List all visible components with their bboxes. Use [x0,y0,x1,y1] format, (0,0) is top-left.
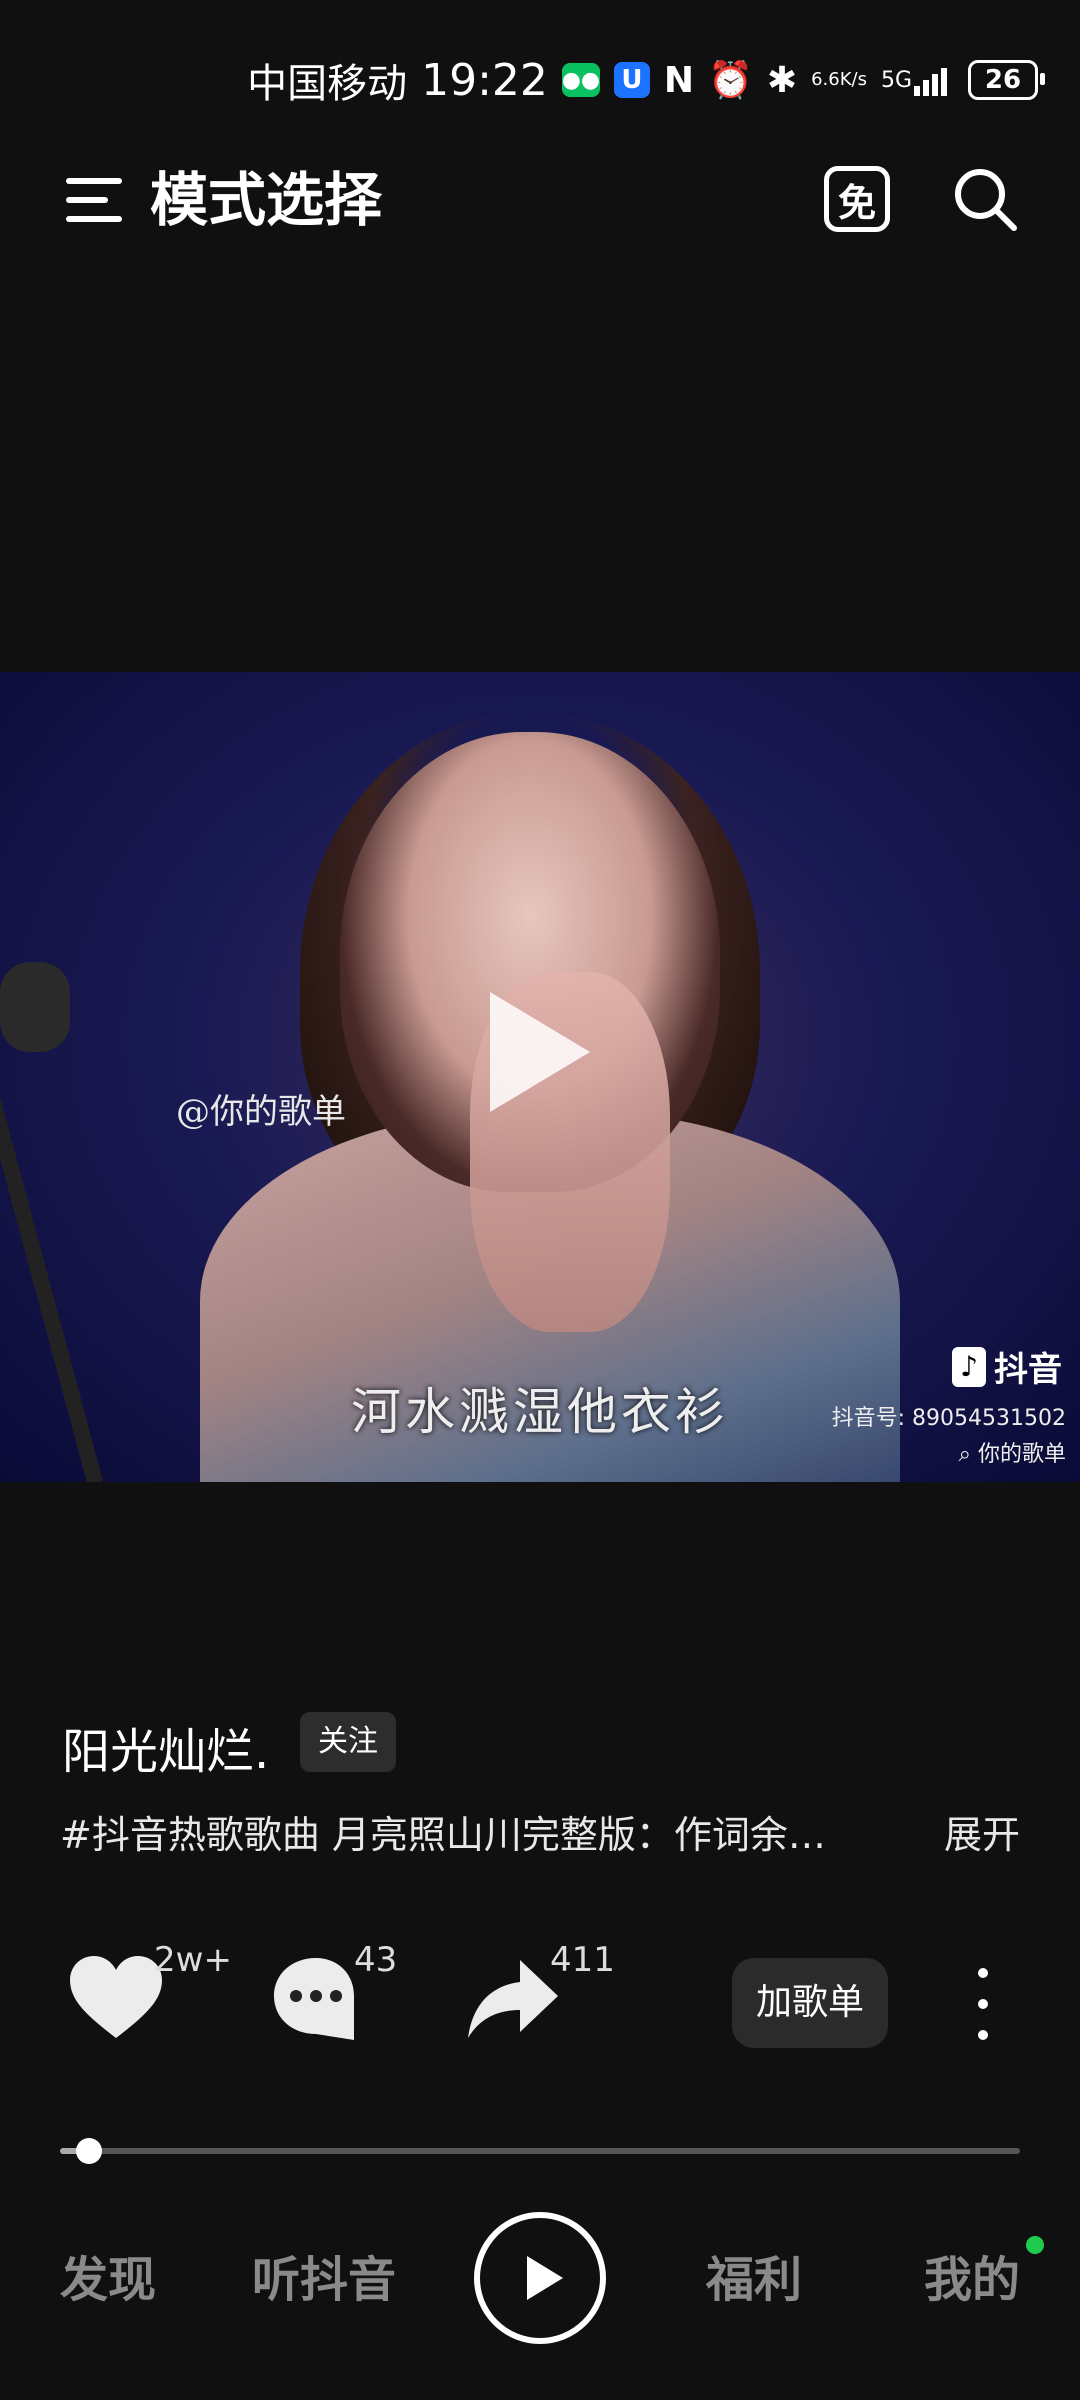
play-icon [527,2256,563,2300]
video-player[interactable]: @你的歌单 河水溅湿他衣衫 ♪ 抖音 抖音号: 89054531502 ⌕ 你的… [0,672,1080,1482]
net-speed-unit: K/s [839,69,867,90]
net-speed: 6.6 K/s [811,71,867,89]
share-button[interactable]: 411 [462,1940,615,2050]
like-count: 2w+ [154,1940,232,1980]
nav-discover[interactable]: 发现 [60,2240,156,2310]
heart-icon [70,1956,162,2038]
platform-search-text: 你的歌单 [977,1442,1066,1467]
comment-button[interactable]: 43 [266,1940,397,2050]
battery-level: 26 [984,65,1022,95]
author-name[interactable]: 阳光灿烂. [62,1712,269,1782]
progress-track[interactable] [60,2148,1020,2154]
search-icon[interactable] [952,166,1018,232]
douyin-logo-icon: ♪ [952,1346,986,1387]
description-text: #抖音热歌歌曲 月亮照山川完整版：作词余… [60,1813,826,1857]
follow-button[interactable]: 关注 [300,1712,396,1772]
page-title: 模式选择 [150,166,383,234]
comment-count: 43 [354,1940,398,1980]
platform-logo: ♪ 抖音 [952,1342,1062,1391]
post-description[interactable]: #抖音热歌歌曲 月亮照山川完整版：作词余… 展开 [60,1804,1020,1859]
add-to-playlist-button[interactable]: 加歌单 [732,1958,888,2048]
nav-mine[interactable]: 我的 [924,2240,1020,2310]
nav-listen[interactable]: 听抖音 [252,2240,396,2310]
progress-handle[interactable] [76,2138,102,2164]
expand-button[interactable]: 展开 [944,1804,1020,1859]
signal-icon: 5G [881,64,954,96]
free-mode-icon[interactable]: 免 [824,166,890,232]
play-button[interactable] [474,2212,606,2344]
status-bar: 中国移动 19:22 ●● U N ⏰ ✱ 6.6 K/s 5G 26 [247,48,1045,112]
share-count: 411 [550,1940,615,1980]
notification-dot [1026,2236,1044,2254]
nav-welfare[interactable]: 福利 [706,2240,802,2310]
wechat-icon: ●● [562,63,600,97]
platform-id: 抖音号: 89054531502 [831,1406,1066,1431]
video-watermark: @你的歌单 [176,1092,346,1132]
mic-head [0,962,70,1052]
play-overlay-icon[interactable] [490,992,590,1112]
more-options-icon[interactable] [960,1968,1006,2040]
share-icon [468,1960,558,2038]
platform-search-hint: ⌕ 你的歌单 [959,1436,1066,1468]
menu-icon[interactable] [66,172,122,228]
comment-icon [274,1958,354,2040]
network-type: 5G [880,67,912,93]
clock: 19:22 [421,54,548,106]
battery-icon: 26 [968,60,1045,100]
platform-logo-text: 抖音 [994,1350,1062,1390]
bluetooth-icon: ✱ [766,59,798,101]
like-button[interactable]: 2w+ [66,1940,232,2050]
search-icon-small: ⌕ [958,1442,978,1467]
carrier-label: 中国移动 [247,61,408,107]
alarm-icon: ⏰ [708,60,753,101]
free-badge-label: 免 [837,180,876,225]
net-speed-value: 6.6 [811,69,840,90]
nfc-icon: N [663,59,695,101]
app-notification-icon: U [613,62,650,98]
